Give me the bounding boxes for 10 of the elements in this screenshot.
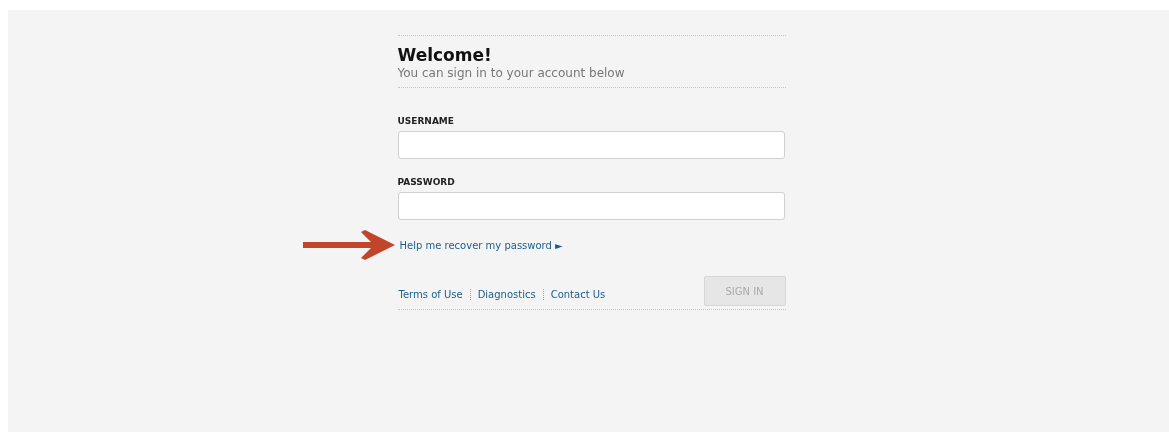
footer-link[interactable]: Diagnostics	[469, 289, 536, 300]
footer-link[interactable]: Contact Us	[542, 289, 606, 300]
field-label: USERNAME	[397, 116, 455, 126]
subtitle: You can sign in to your account below	[397, 66, 626, 80]
recover-password-link[interactable]: Help me recover my password ►	[399, 239, 563, 251]
welcome-title: Welcome!	[397, 45, 493, 65]
field-label: PASSWORD	[397, 177, 456, 187]
input-field[interactable]	[397, 131, 785, 159]
footer-link[interactable]: Terms of Use	[398, 289, 463, 300]
input-field[interactable]	[397, 192, 785, 220]
